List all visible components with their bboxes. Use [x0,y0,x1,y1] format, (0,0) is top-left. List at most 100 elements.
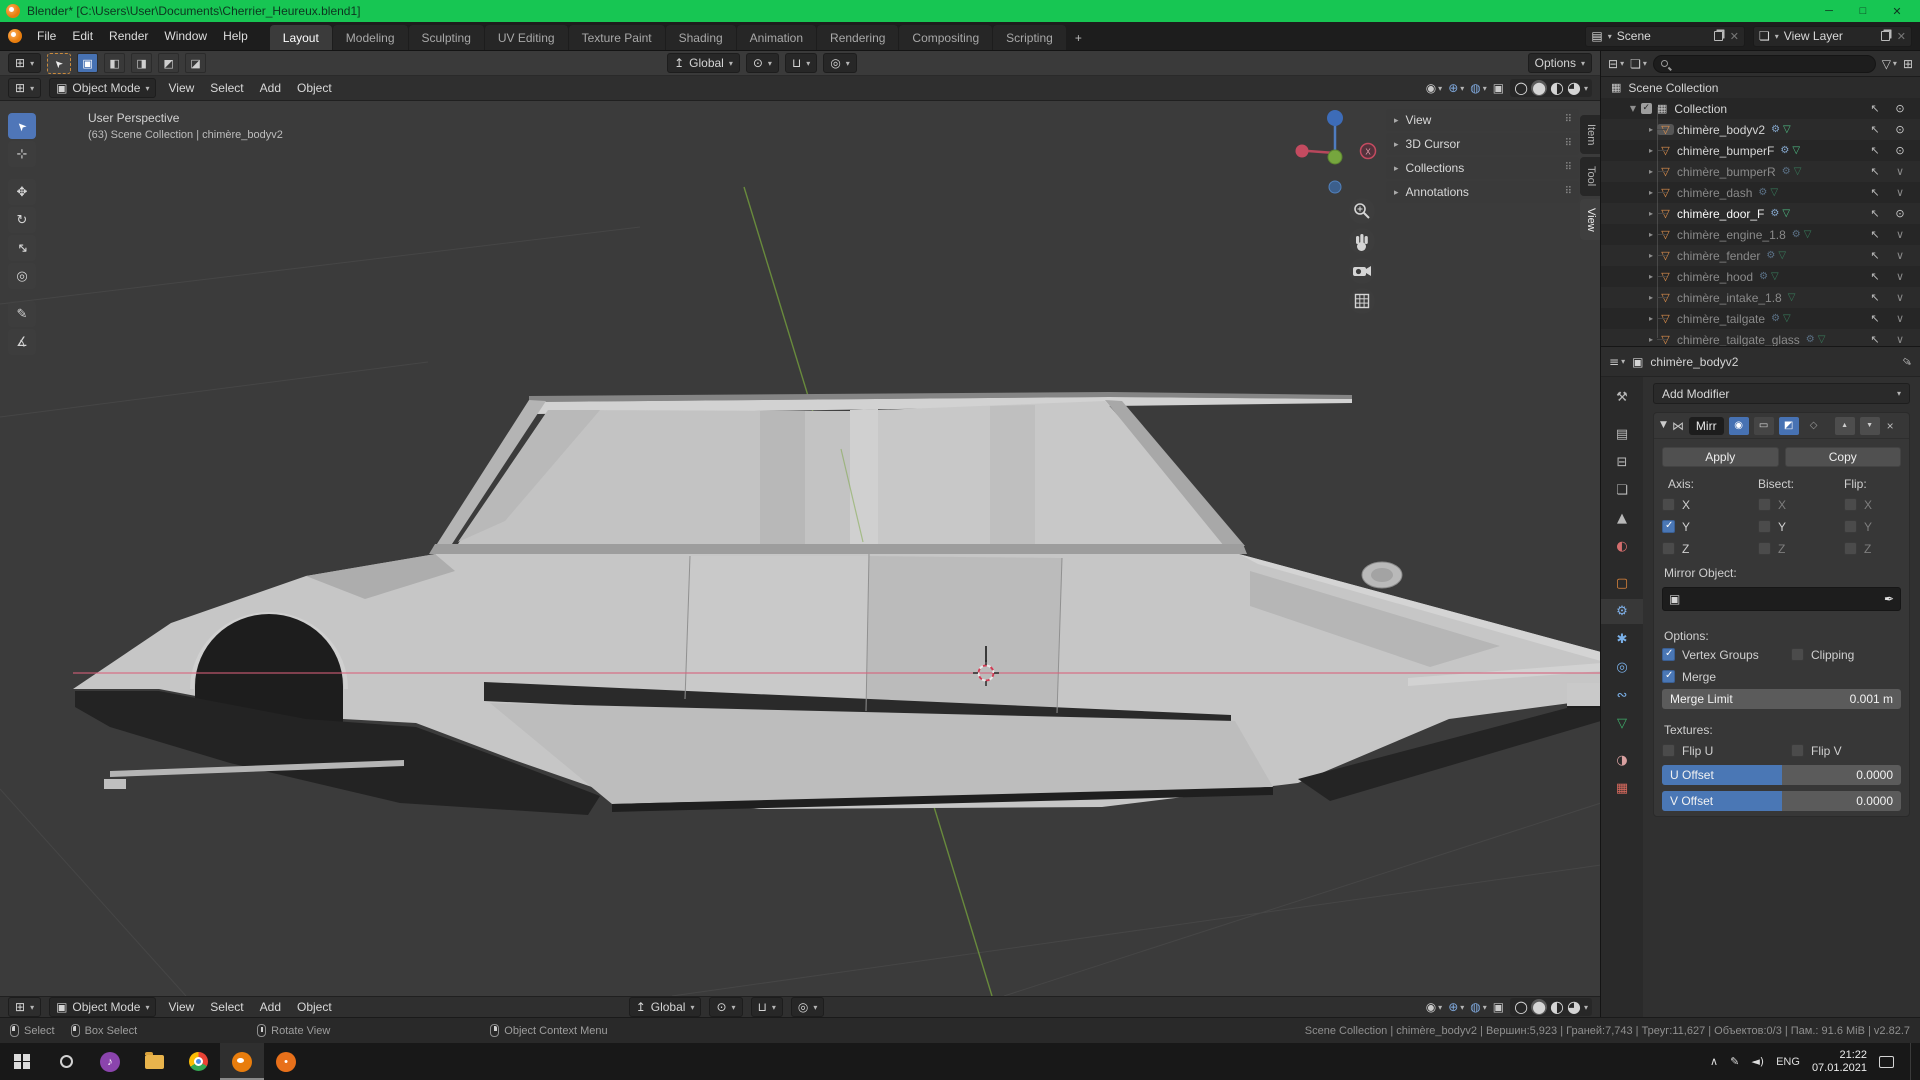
new-view-layer-icon[interactable] [1881,31,1890,41]
sidebar-panel-3d-cursor[interactable]: ▸3D Cursor⠿ [1386,133,1579,155]
show-desktop-button[interactable] [1910,1043,1914,1080]
tab-texture[interactable]: ▦ [1605,776,1639,801]
flip-x-checkbox[interactable] [1844,498,1857,511]
snapping-toggle-bottom[interactable]: ⊔▾ [751,997,783,1017]
active-tool-select-box[interactable]: ➤ [47,53,71,74]
overlays-toggle[interactable]: ◍▾ [1470,82,1487,94]
sidebar-tab-view[interactable]: View [1580,199,1600,241]
viewport-menu-view[interactable]: View [164,81,198,95]
outliner-item-bumperR[interactable]: ▸▽ chimère_bumperR ⚙▽ ↖∨ [1601,161,1920,182]
viewport-editor-type[interactable]: ⊞▾ [8,78,41,98]
gizmos-toggle-bottom[interactable]: ⊕▾ [1448,1001,1464,1013]
viewport2-menu-add[interactable]: Add [256,1000,285,1014]
select-mode-extend[interactable]: ◧ [104,53,125,73]
eye-closed-icon[interactable]: ∨ [1888,250,1912,261]
sidebar-panel-view[interactable]: ▸View⠿ [1386,109,1579,131]
tab-object-data[interactable]: ▽ [1605,711,1639,736]
new-collection-button[interactable]: ⊞ [1903,58,1913,70]
outliner-item-bumperF[interactable]: ▸▽ chimère_bumperF ⚙▽ ↖⊙ [1601,140,1920,161]
new-scene-icon[interactable] [1714,31,1723,41]
tool-annotate[interactable]: ✎ [8,301,36,327]
eye-closed-icon[interactable]: ∨ [1888,313,1912,324]
shading-rendered-icon[interactable]: ◕ [1567,80,1581,96]
sidebar-panel-collections[interactable]: ▸Collections⠿ [1386,157,1579,179]
select-arrow-icon[interactable]: ↖ [1862,271,1888,282]
tab-layout[interactable]: Layout [270,25,332,50]
select-arrow-icon[interactable]: ↖ [1862,229,1888,240]
tool-cursor[interactable]: ⊹ [8,141,36,167]
menu-window[interactable]: Window [156,22,215,50]
object-visibility-dropdown[interactable]: ◉▾ [1426,82,1443,94]
taskbar-app-orange[interactable]: • [264,1043,308,1080]
minimize-button[interactable]: ─ [1812,5,1846,18]
menu-file[interactable]: File [29,22,64,50]
chrome-button[interactable] [176,1043,220,1080]
axis-y-checkbox[interactable] [1662,520,1675,533]
outliner-item-engine[interactable]: ▸▽ chimère_engine_1.8 ⚙▽ ↖∨ [1601,224,1920,245]
tab-scene[interactable]: ▲ [1605,506,1639,531]
outliner-collection[interactable]: ▼ ▦ Collection ↖ ⊙ [1601,98,1920,119]
xray-toggle-bottom[interactable]: ▣ [1493,1001,1504,1013]
outliner-item-bodyv2[interactable]: ▸▽ chimère_bodyv2 ⚙▽ ↖⊙ [1601,119,1920,140]
options-dropdown[interactable]: Options▾ [1528,53,1592,73]
tool-rotate[interactable]: ↻ [8,207,36,233]
viewport2-menu-object[interactable]: Object [293,1000,336,1014]
eye-closed-icon[interactable]: ∨ [1888,166,1912,177]
snapping-toggle[interactable]: ⊔▾ [785,53,817,73]
unlink-scene-icon[interactable]: ✕ [1730,30,1739,43]
move-modifier-up-button[interactable]: ▲ [1835,417,1855,435]
v-offset-slider[interactable]: V Offset0.0000 [1662,791,1901,811]
select-arrow-icon[interactable]: ↖ [1862,124,1888,135]
outliner-filter-display[interactable]: ❏▾ [1630,58,1647,70]
select-arrow-icon[interactable]: ↖ [1862,145,1888,156]
vertex-groups-checkbox[interactable] [1662,648,1675,661]
sidebar-tab-item[interactable]: Item [1580,115,1600,154]
u-offset-slider[interactable]: U Offset0.0000 [1662,765,1901,785]
tray-chevron-icon[interactable]: ∧ [1710,1056,1718,1067]
outliner-item-intake[interactable]: ▸▽ chimère_intake_1.8 ▽ ↖∨ [1601,287,1920,308]
viewport-menu-select[interactable]: Select [206,81,247,95]
menu-render[interactable]: Render [101,22,156,50]
cage-toggle[interactable]: ◇ [1804,417,1824,435]
tab-view-layer[interactable]: ❏ [1605,478,1639,503]
tab-scripting[interactable]: Scripting [993,25,1066,50]
axis-x-checkbox[interactable] [1662,498,1675,511]
viewport2-editor-type[interactable]: ⊞▾ [8,997,41,1017]
material-icon[interactable]: ◐ [1550,999,1564,1015]
volume-icon[interactable]: ◄) [1751,1056,1764,1067]
tab-material[interactable]: ◑ [1605,748,1639,773]
bisect-x-checkbox[interactable] [1758,498,1771,511]
outliner-item-dash[interactable]: ▸▽ chimère_dash ⚙▽ ↖∨ [1601,182,1920,203]
merge-limit-slider[interactable]: Merge Limit0.001 m [1662,689,1901,709]
blender-menu-icon[interactable] [8,29,22,43]
proportional-editing-toggle[interactable]: ◎▾ [823,53,857,73]
tab-uv-editing[interactable]: UV Editing [485,25,568,50]
shading-solid-icon[interactable]: ● [1531,80,1547,96]
solid-icon[interactable]: ● [1531,999,1547,1015]
eye-closed-icon[interactable]: ∨ [1888,334,1912,345]
tool-scale[interactable]: ↔ [8,235,36,261]
tab-output[interactable]: ⊟ [1605,450,1639,475]
select-arrow-icon[interactable]: ↖ [1862,187,1888,198]
clock[interactable]: 21:22 07.01.2021 [1812,1049,1867,1075]
select-mode-invert[interactable]: ◩ [158,53,179,73]
outliner-scene-collection[interactable]: ▦ Scene Collection [1601,77,1920,98]
menu-edit[interactable]: Edit [64,22,101,50]
move-modifier-down-button[interactable]: ▼ [1860,417,1880,435]
overlays-toggle-bottom[interactable]: ◍▾ [1470,1001,1487,1013]
merge-checkbox[interactable] [1662,670,1675,683]
add-modifier-dropdown[interactable]: Add Modifier▾ [1653,383,1910,404]
proportional-toggle-bottom[interactable]: ◎▾ [791,997,825,1017]
outliner-item-hood[interactable]: ▸▽ chimère_hood ⚙▽ ↖∨ [1601,266,1920,287]
tab-modifiers[interactable]: ⚙ [1601,599,1643,624]
bisect-z-checkbox[interactable] [1758,542,1771,555]
select-arrow-icon[interactable]: ↖ [1862,250,1888,261]
properties-editor-type[interactable]: ≡▾ [1609,356,1625,368]
maximize-button[interactable]: □ [1846,5,1880,18]
outliner-filter-dropdown[interactable]: ▽▾ [1882,58,1897,70]
select-mode-intersect[interactable]: ◪ [185,53,206,73]
tab-object[interactable]: ▢ [1605,571,1639,596]
eye-closed-icon[interactable]: ∨ [1888,187,1912,198]
editor-type-selector[interactable]: ⊞▾ [8,53,41,73]
pen-icon[interactable]: ✎ [1730,1056,1739,1067]
